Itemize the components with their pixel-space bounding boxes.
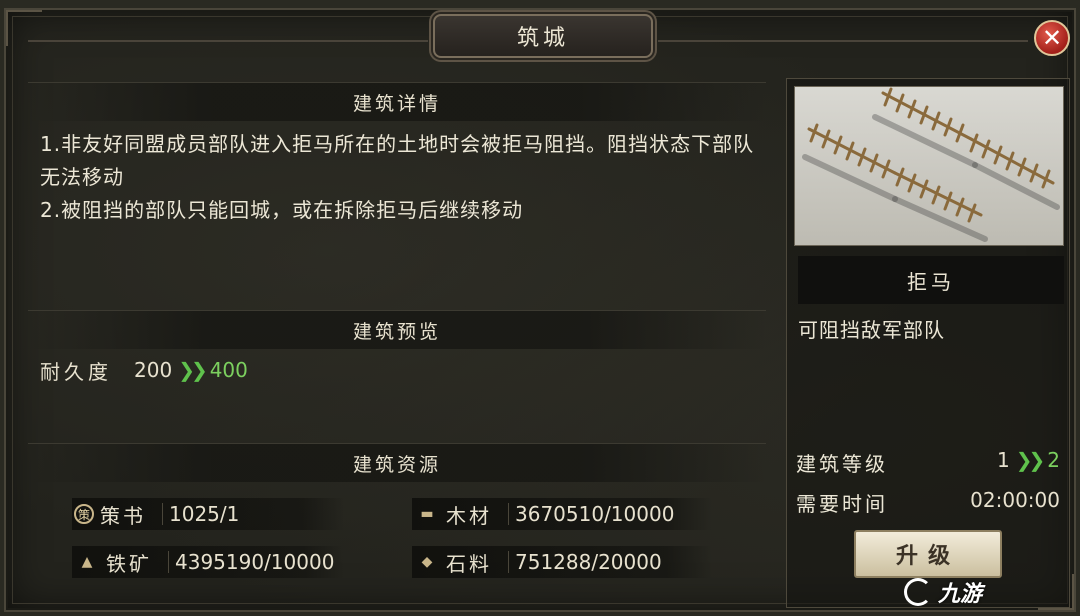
details-text: 1.非友好同盟成员部队进入拒马所在的土地时会被拒马阻挡。阻挡状态下部队无法移动 … bbox=[40, 128, 760, 227]
level-label: 建筑等级 bbox=[796, 452, 888, 476]
title-divider bbox=[28, 40, 428, 42]
close-icon: ✕ bbox=[1041, 24, 1063, 52]
wood-icon: ▬ bbox=[420, 506, 434, 522]
resource-strategy-book: 策 策书 1025/1 bbox=[72, 498, 344, 530]
level-next: 2 bbox=[1047, 448, 1060, 472]
resource-iron-ore: ▲ 铁矿 4395190/10000 bbox=[72, 546, 344, 578]
resource-name: 木材 bbox=[446, 503, 492, 528]
iron-ore-icon: ▲ bbox=[81, 554, 93, 570]
building-name: 拒马 bbox=[798, 256, 1064, 304]
durability-current: 200 bbox=[134, 358, 173, 382]
resource-name: 石料 bbox=[446, 551, 492, 576]
preview-heading: 建筑预览 bbox=[28, 310, 766, 349]
details-line: 2.被阻挡的部队只能回城，或在拆除拒马后继续移动 bbox=[40, 198, 524, 222]
resource-value: 3670510/10000 bbox=[515, 502, 675, 526]
resource-value: 751288/20000 bbox=[515, 550, 662, 574]
resource-value: 4395190/10000 bbox=[175, 550, 335, 574]
durability-next: 400 bbox=[209, 358, 248, 382]
upgrade-button[interactable]: 升级 bbox=[854, 530, 1002, 578]
window-title: 筑城 bbox=[433, 14, 653, 58]
time-label: 需要时间 bbox=[796, 492, 888, 516]
level-value: 1 ❯❯ 2 bbox=[997, 448, 1060, 472]
title-divider bbox=[658, 40, 1028, 42]
resource-value: 1025/1 bbox=[169, 502, 240, 526]
time-value: 02:00:00 bbox=[970, 488, 1060, 512]
divider bbox=[162, 503, 163, 525]
resources-heading: 建筑资源 bbox=[28, 443, 766, 482]
resource-stone: ◆ 石料 751288/20000 bbox=[412, 546, 712, 578]
durability-label: 耐久度 bbox=[40, 359, 112, 384]
barricade-illustration bbox=[802, 87, 1060, 242]
resource-name: 策书 bbox=[100, 503, 146, 528]
watermark: 九游 bbox=[904, 574, 982, 610]
details-line: 1.非友好同盟成员部队进入拒马所在的土地时会被拒马阻挡。阻挡状态下部队无法移动 bbox=[40, 132, 755, 189]
resource-wood: ▬ 木材 3670510/10000 bbox=[412, 498, 712, 530]
divider bbox=[508, 551, 509, 573]
double-chevron-right-icon: ❯❯ bbox=[178, 358, 207, 382]
double-chevron-right-icon: ❯❯ bbox=[1015, 448, 1045, 472]
divider bbox=[168, 551, 169, 573]
divider bbox=[508, 503, 509, 525]
details-heading: 建筑详情 bbox=[28, 82, 766, 121]
strategy-book-icon: 策 bbox=[74, 504, 94, 524]
building-description: 可阻挡敌军部队 bbox=[798, 318, 945, 342]
durability-row: 耐久度 200 ❯❯ 400 bbox=[40, 354, 248, 386]
watermark-text: 九游 bbox=[938, 582, 983, 607]
stone-icon: ◆ bbox=[421, 554, 433, 570]
building-preview-image bbox=[794, 86, 1064, 246]
resource-name: 铁矿 bbox=[106, 551, 152, 576]
level-current: 1 bbox=[997, 448, 1010, 472]
nine-game-logo-icon bbox=[904, 578, 932, 606]
close-button[interactable]: ✕ bbox=[1034, 20, 1070, 56]
